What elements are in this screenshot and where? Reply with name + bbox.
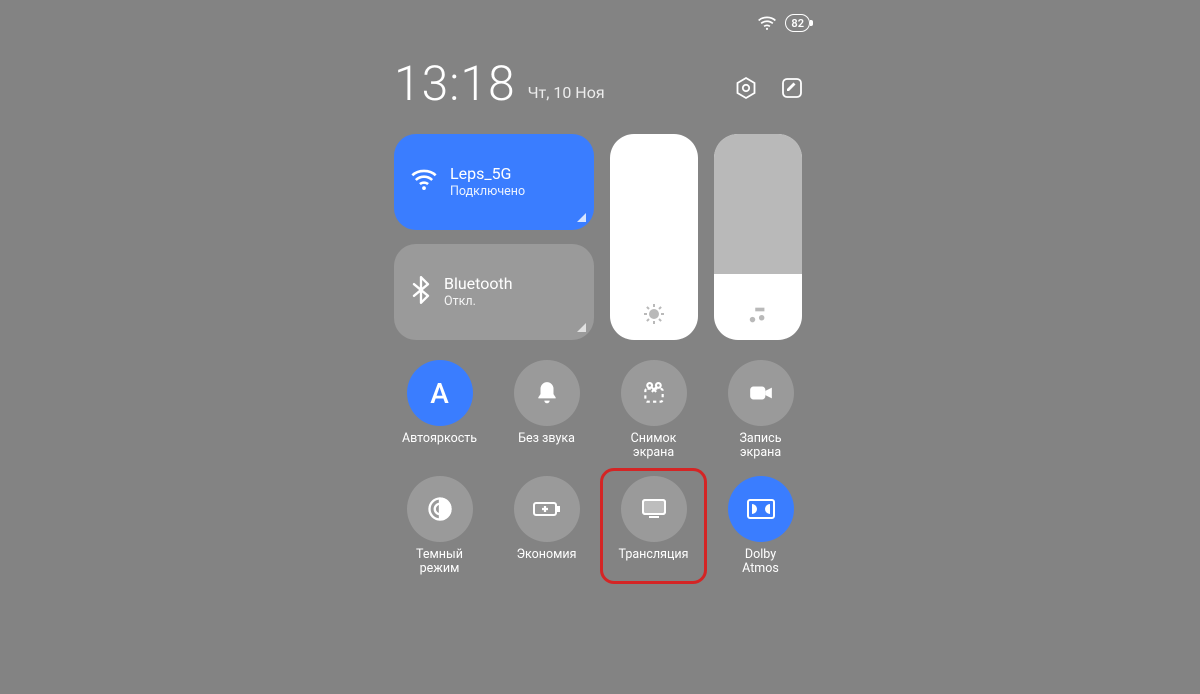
music-icon <box>714 304 802 326</box>
contrast-icon <box>407 476 473 542</box>
quick-tile-dark-mode[interactable]: Темный режим <box>396 476 483 578</box>
wifi-status-icon <box>757 15 777 31</box>
quick-tile-label: Снимок экрана <box>631 432 677 462</box>
quick-tile-label: Экономия <box>517 548 577 578</box>
wifi-status: Подключено <box>450 184 525 199</box>
camera-icon <box>728 360 794 426</box>
brightness-slider[interactable] <box>610 134 698 340</box>
cast-icon <box>621 476 687 542</box>
quick-tile-cast[interactable]: Трансляция <box>610 476 697 578</box>
bluetooth-icon <box>410 276 432 308</box>
letter-a-icon: A <box>407 360 473 426</box>
quick-tile-label: Автояркость <box>402 432 477 462</box>
quick-tile-screenshot[interactable]: Снимок экрана <box>610 360 697 462</box>
wifi-name: Leps_5G <box>450 165 525 183</box>
wifi-icon <box>410 168 438 196</box>
battery-percent: 82 <box>791 17 804 30</box>
snip-icon <box>621 360 687 426</box>
quick-tile-dolby[interactable]: Dolby Atmos <box>717 476 804 578</box>
quick-tile-label: Dolby Atmos <box>742 548 779 578</box>
quick-tile-battery-saver[interactable]: Экономия <box>503 476 590 578</box>
quick-tile-auto-brightness[interactable]: A Автояркость <box>396 360 483 462</box>
volume-empty-region <box>714 134 802 274</box>
quick-tile-label: Запись экрана <box>740 432 782 462</box>
quick-tiles-grid: A Автояркость Без звука Снимок экрана Запись… <box>380 358 820 588</box>
expand-indicator-icon <box>577 323 586 332</box>
edit-button[interactable] <box>778 74 806 102</box>
status-bar: 82 <box>380 10 820 42</box>
bell-icon <box>514 360 580 426</box>
battery-indicator: 82 <box>785 14 810 32</box>
clock: 13:18 <box>394 60 516 108</box>
volume-slider[interactable] <box>714 134 802 340</box>
quick-tile-label: Темный режим <box>416 548 463 578</box>
battery-plus-icon <box>514 476 580 542</box>
quick-tile-mute[interactable]: Без звука <box>503 360 590 462</box>
date: Чт, 10 Ноя <box>528 83 720 108</box>
bluetooth-status: Откл. <box>444 294 513 309</box>
settings-button[interactable] <box>732 74 760 102</box>
quick-tile-label: Без звука <box>518 432 575 462</box>
control-center-panel: 82 13:18 Чт, 10 Ноя <box>380 10 820 588</box>
expand-indicator-icon <box>577 213 586 222</box>
wifi-tile[interactable]: Leps_5G Подключено <box>394 134 594 230</box>
bluetooth-tile[interactable]: Bluetooth Откл. <box>394 244 594 340</box>
quick-tile-label: Трансляция <box>619 548 689 578</box>
dolby-icon <box>728 476 794 542</box>
quick-tile-screen-record[interactable]: Запись экрана <box>717 360 804 462</box>
brightness-icon <box>610 302 698 326</box>
header: 13:18 Чт, 10 Ноя <box>380 42 820 126</box>
bluetooth-name: Bluetooth <box>444 275 513 293</box>
